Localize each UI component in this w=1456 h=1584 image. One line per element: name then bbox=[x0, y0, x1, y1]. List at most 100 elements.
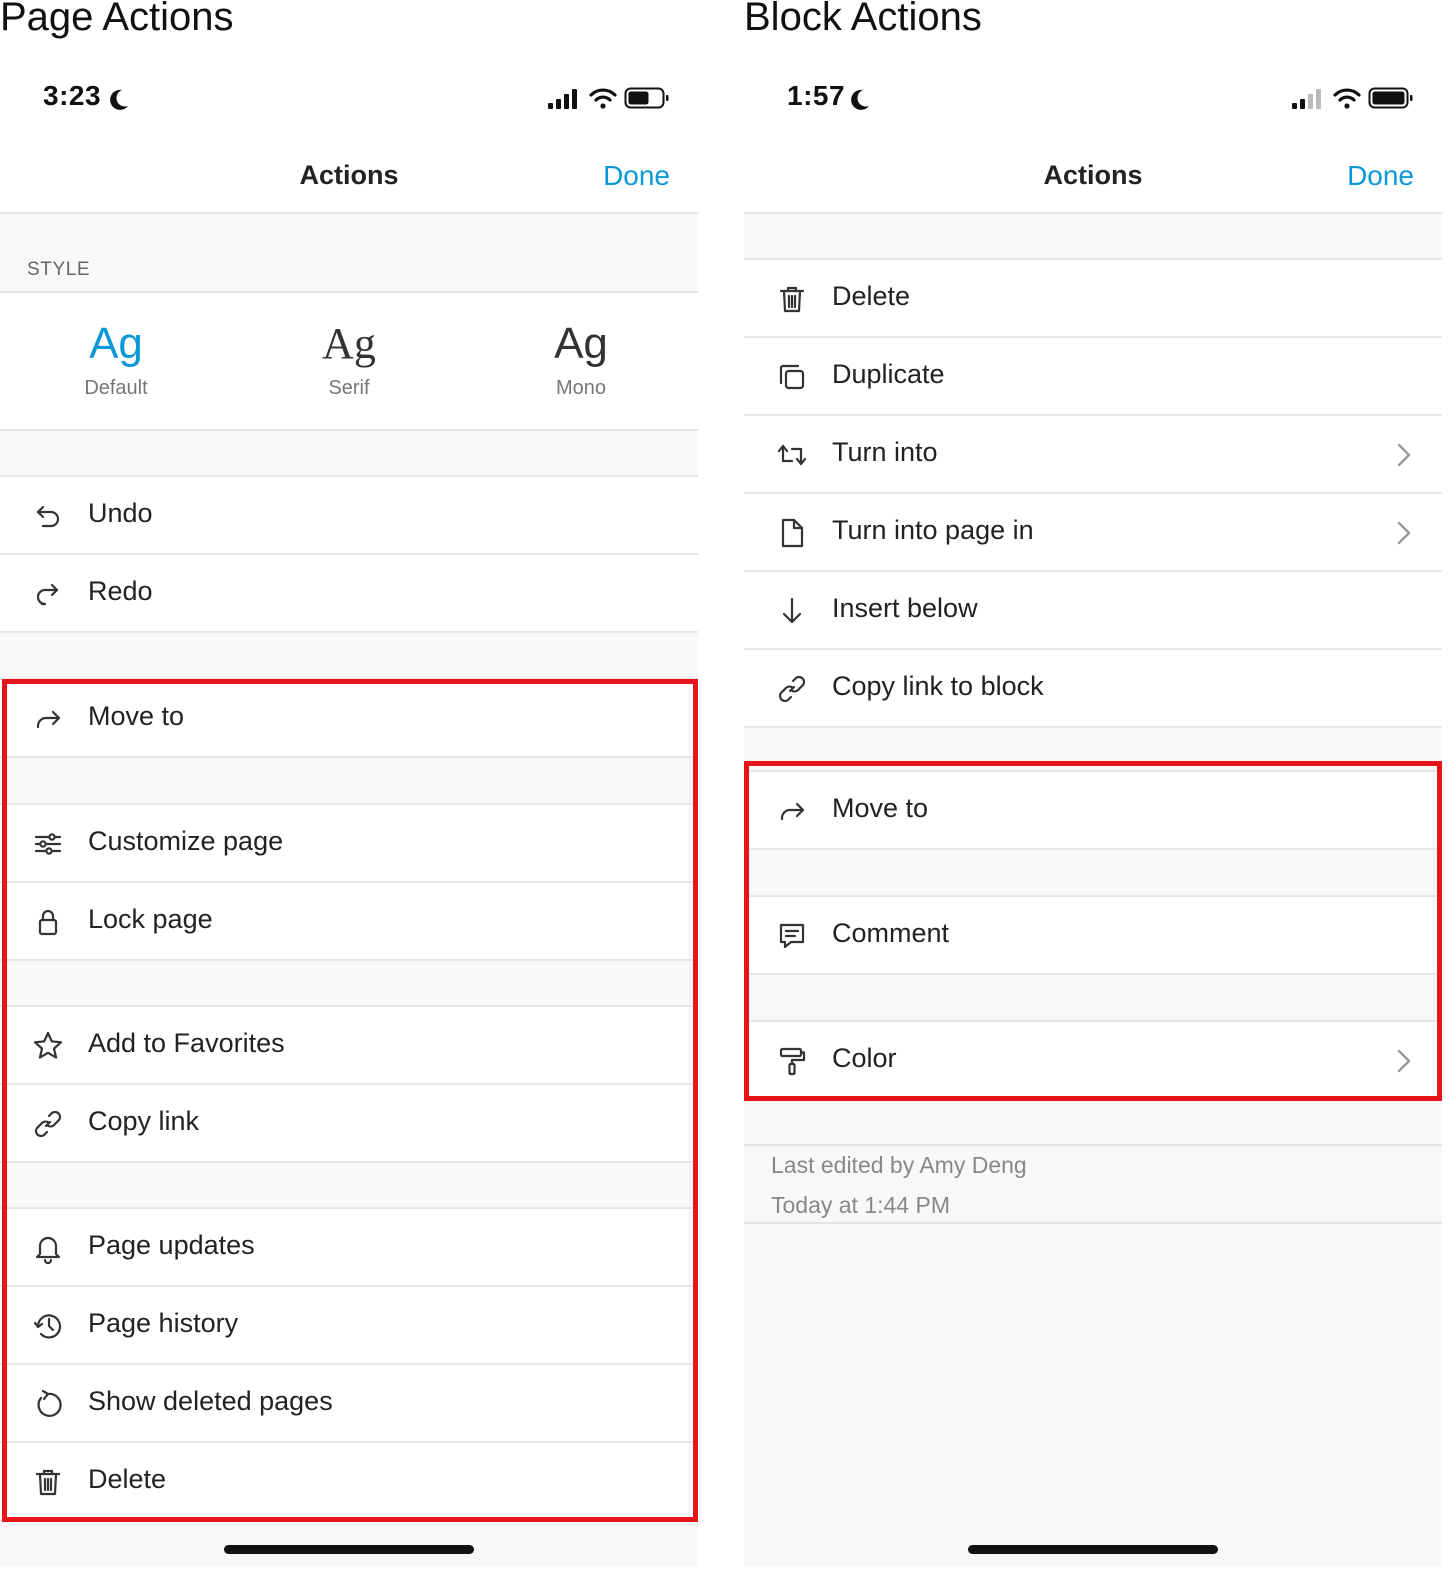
last-edited-timestamp: Today at 1:44 PM bbox=[771, 1192, 950, 1218]
chevron-right-icon bbox=[1397, 1049, 1411, 1073]
lock-page-label: Lock page bbox=[88, 904, 213, 934]
customize-page-item[interactable]: Customize page bbox=[0, 805, 698, 883]
delete-block-item[interactable]: Delete bbox=[744, 260, 1442, 338]
nav-title: Actions bbox=[299, 160, 399, 190]
move-to-item[interactable]: Move to bbox=[744, 772, 1442, 850]
status-time: 3:23 bbox=[43, 80, 102, 111]
style-option-serif[interactable]: Ag Serif bbox=[249, 317, 449, 400]
delete-label: Delete bbox=[832, 281, 911, 311]
sliders-icon bbox=[34, 833, 62, 855]
battery-icon bbox=[1368, 87, 1413, 109]
trash-icon bbox=[779, 286, 805, 313]
page-icon bbox=[781, 518, 804, 548]
add-to-favorites-item[interactable]: Add to Favorites bbox=[0, 1007, 698, 1085]
copy-link-item[interactable]: Copy link bbox=[0, 1085, 698, 1163]
page-updates-item[interactable]: Page updates bbox=[0, 1209, 698, 1287]
last-edited-text: Last edited by Amy Deng bbox=[771, 1152, 1027, 1178]
copy-link-label: Copy link bbox=[88, 1106, 200, 1136]
done-button[interactable]: Done bbox=[1347, 160, 1414, 192]
panel-caption: Page Actions bbox=[0, 0, 234, 39]
chevron-right-icon bbox=[1397, 521, 1411, 545]
style-option-default[interactable]: Ag Default bbox=[16, 317, 216, 400]
nav-bar: Actions Done bbox=[0, 138, 698, 214]
comment-item[interactable]: Comment bbox=[744, 897, 1442, 975]
redo-item[interactable]: Redo bbox=[0, 555, 698, 633]
link-icon bbox=[778, 675, 806, 703]
move-to-label: Move to bbox=[88, 701, 185, 731]
done-button[interactable]: Done bbox=[603, 160, 670, 192]
move-to-icon bbox=[36, 710, 61, 729]
undo-icon bbox=[36, 505, 60, 528]
comment-icon bbox=[779, 923, 805, 949]
home-indicator[interactable] bbox=[968, 1545, 1218, 1554]
move-to-label: Move to bbox=[832, 793, 929, 823]
style-label: Default bbox=[84, 377, 148, 399]
wifi-icon bbox=[1333, 88, 1361, 109]
delete-page-item[interactable]: Delete bbox=[0, 1443, 698, 1521]
status-bar: 3:23 bbox=[0, 58, 698, 138]
duplicate-icon bbox=[779, 364, 805, 390]
style-label: Serif bbox=[328, 377, 370, 399]
page-history-label: Page history bbox=[88, 1308, 239, 1338]
block-actions-panel: Block Actions 1:57 Actions Done Delete D… bbox=[744, 0, 1442, 1584]
arrow-down-icon bbox=[782, 597, 802, 624]
wifi-icon bbox=[589, 88, 617, 109]
copy-link-to-block-label: Copy link to block bbox=[832, 671, 1044, 701]
move-to-item[interactable]: Move to bbox=[0, 680, 698, 758]
font-style-picker: Ag Default Ag Serif Ag Mono bbox=[0, 293, 698, 431]
style-glyph: Ag bbox=[89, 319, 143, 368]
style-glyph: Ag bbox=[322, 319, 376, 368]
comment-label: Comment bbox=[832, 918, 950, 948]
style-glyph: Ag bbox=[554, 319, 608, 368]
restore-icon bbox=[37, 1389, 62, 1417]
signal-icon bbox=[548, 89, 577, 109]
lock-icon bbox=[38, 909, 58, 936]
show-deleted-pages-item[interactable]: Show deleted pages bbox=[0, 1365, 698, 1443]
phone-screen: 1:57 Actions Done Delete Duplicate Turn … bbox=[744, 58, 1442, 1566]
color-item[interactable]: Color bbox=[744, 1022, 1442, 1100]
moon-icon bbox=[851, 89, 869, 110]
battery-icon bbox=[624, 87, 669, 109]
panel-caption: Block Actions bbox=[744, 0, 982, 39]
turn-into-label: Turn into bbox=[832, 437, 938, 467]
page-updates-label: Page updates bbox=[88, 1230, 255, 1260]
insert-below-item[interactable]: Insert below bbox=[744, 572, 1442, 650]
delete-label: Delete bbox=[88, 1464, 167, 1494]
moon-icon bbox=[110, 89, 128, 110]
duplicate-item[interactable]: Duplicate bbox=[744, 338, 1442, 416]
show-deleted-pages-label: Show deleted pages bbox=[88, 1386, 333, 1416]
phone-screen: 3:23 Actions Done STYLE Ag Default Ag Se… bbox=[0, 58, 698, 1566]
copy-link-to-block-item[interactable]: Copy link to block bbox=[744, 650, 1442, 728]
nav-bar: Actions Done bbox=[744, 138, 1442, 214]
move-to-icon bbox=[780, 802, 805, 821]
page-history-item[interactable]: Page history bbox=[0, 1287, 698, 1365]
turn-into-icon bbox=[777, 444, 807, 466]
bell-icon bbox=[35, 1236, 61, 1264]
signal-icon bbox=[1292, 89, 1321, 109]
style-header-label: STYLE bbox=[27, 259, 91, 280]
status-bar: 1:57 bbox=[744, 58, 1442, 138]
redo-icon bbox=[36, 583, 59, 606]
status-time: 1:57 bbox=[787, 80, 846, 111]
style-section-header: STYLE bbox=[0, 214, 698, 293]
history-icon bbox=[33, 1314, 62, 1339]
chevron-right-icon bbox=[1397, 443, 1411, 467]
turn-into-page-in-label: Turn into page in bbox=[832, 515, 1034, 545]
page-actions-panel: Page Actions 3:23 Actions Done STYLE Ag … bbox=[0, 0, 698, 1584]
last-edited-info: Last edited by Amy Deng Today at 1:44 PM bbox=[744, 1144, 1442, 1224]
home-indicator[interactable] bbox=[224, 1545, 474, 1554]
style-option-mono[interactable]: Ag Mono bbox=[481, 317, 681, 400]
turn-into-page-in-item[interactable]: Turn into page in bbox=[744, 494, 1442, 572]
color-label: Color bbox=[832, 1043, 897, 1073]
undo-item[interactable]: Undo bbox=[0, 477, 698, 555]
customize-page-label: Customize page bbox=[88, 826, 284, 856]
nav-title: Actions bbox=[1043, 160, 1143, 190]
lock-page-item[interactable]: Lock page bbox=[0, 883, 698, 961]
undo-label: Undo bbox=[88, 498, 153, 528]
add-to-favorites-label: Add to Favorites bbox=[88, 1028, 285, 1058]
turn-into-item[interactable]: Turn into bbox=[744, 416, 1442, 494]
paint-roller-icon bbox=[779, 1047, 806, 1076]
redo-label: Redo bbox=[88, 576, 153, 606]
trash-icon bbox=[35, 1469, 61, 1496]
duplicate-label: Duplicate bbox=[832, 359, 945, 389]
